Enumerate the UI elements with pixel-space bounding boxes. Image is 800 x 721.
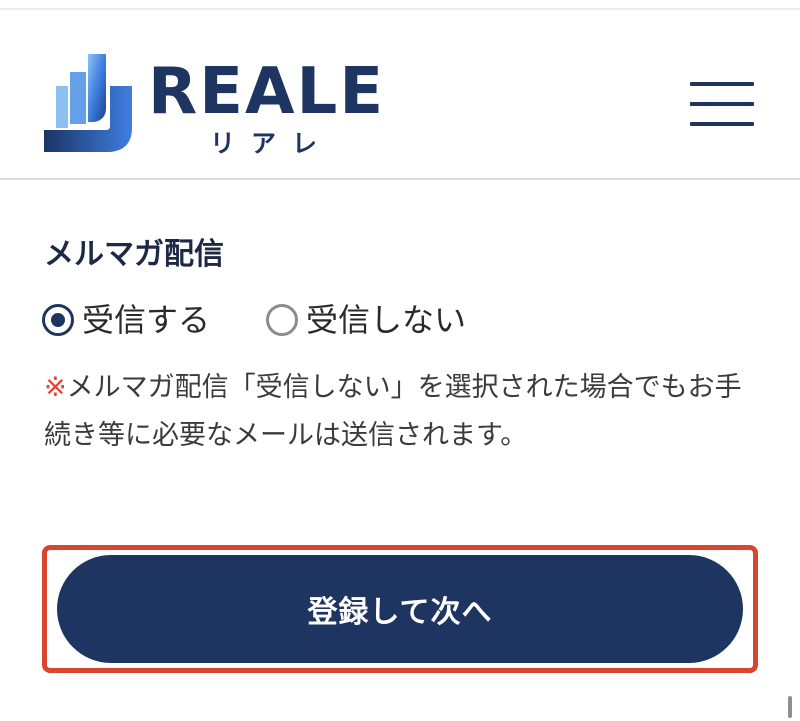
- radio-option-unsubscribe[interactable]: 受信しない: [266, 300, 466, 340]
- logo-wordmark: REALE: [148, 55, 386, 129]
- menu-bar: [690, 102, 754, 106]
- radio-label-unsubscribe: 受信しない: [306, 301, 467, 339]
- reale-logo-mark-icon: [44, 54, 132, 152]
- notice-text: メルマガ配信「受信しない」を選択された場合でもお手続き等に必要なメールは送信され…: [44, 372, 742, 451]
- radio-option-subscribe[interactable]: 受信する: [42, 300, 210, 340]
- header-divider: [0, 178, 800, 180]
- menu-bar: [690, 82, 754, 86]
- newsletter-notice: ※メルマガ配信「受信しない」を選択された場合でもお手続き等に必要なメールは送信さ…: [44, 364, 764, 460]
- radio-unchecked-icon[interactable]: [266, 304, 299, 336]
- newsletter-title: メルマガ配信: [44, 237, 224, 272]
- radio-label-subscribe: 受信する: [82, 301, 211, 339]
- hamburger-menu-icon[interactable]: [684, 78, 760, 130]
- register-next-button[interactable]: 登録して次へ: [57, 555, 743, 663]
- radio-checked-icon[interactable]: [42, 304, 74, 336]
- notice-mark: ※: [44, 372, 67, 403]
- newsletter-radio-group: 受信する 受信しない: [42, 296, 522, 344]
- logo-kana: リアレ: [210, 129, 334, 158]
- scrollbar-thumb[interactable]: [788, 696, 792, 718]
- reale-logo[interactable]: REALE リアレ: [44, 46, 404, 166]
- menu-bar: [690, 122, 754, 126]
- site-header: REALE リアレ: [0, 10, 800, 178]
